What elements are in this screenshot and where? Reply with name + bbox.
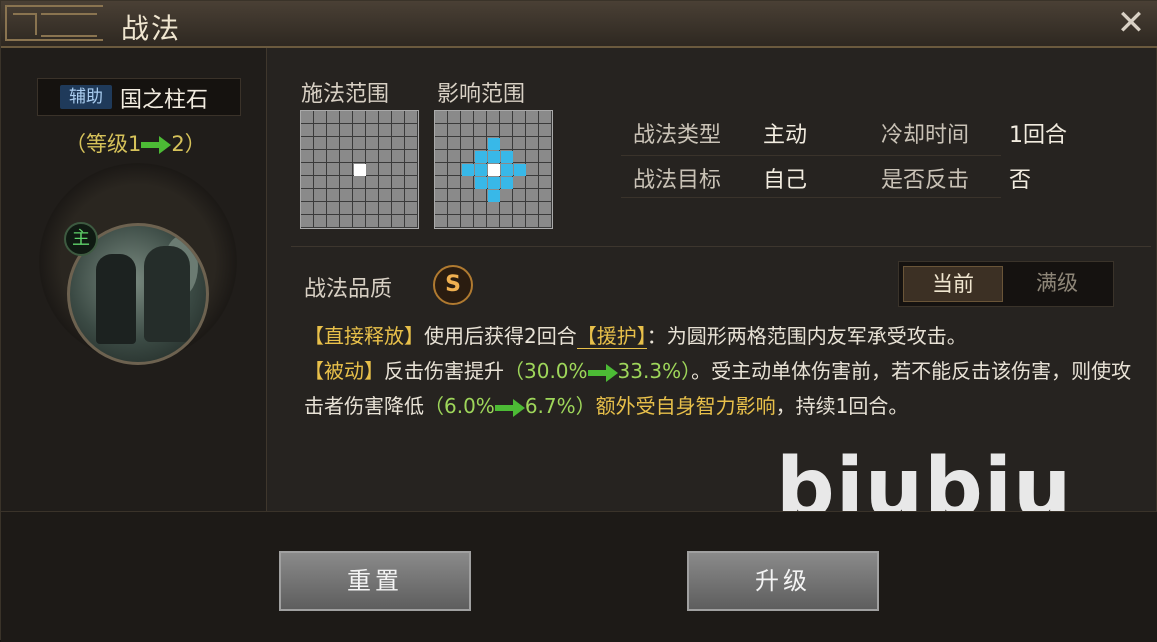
desc-highlight: 额外受自身智力影响 — [595, 394, 776, 418]
desc-text: 反击伤害提升 — [384, 359, 504, 383]
skill-description: 【直接释放】使用后获得2回合【援护】：为圆形两格范围内友军承受攻击。 【被动】反… — [304, 319, 1134, 424]
info-divider — [621, 155, 1001, 156]
value-from: （30.0% — [504, 359, 588, 383]
desc-text: ：为圆形两格范围内友军承受攻击。 — [646, 324, 967, 348]
portrait-figure — [144, 246, 190, 342]
close-icon[interactable]: ✕ — [1113, 6, 1149, 42]
keyword: 【直接释放】 — [304, 324, 424, 348]
effect-cell — [514, 164, 526, 176]
arrow-head-icon — [605, 363, 618, 382]
effect-range-grid — [434, 110, 553, 229]
skill-type-tag: 辅助 — [60, 85, 112, 109]
skill-window: 战法 ✕ 辅助 国之柱石 （等级1 2） 主 施法范围 影响范围 战法类型 主动… — [0, 0, 1157, 642]
caster-cell — [354, 164, 366, 176]
keyword-link[interactable]: 【援护】 — [576, 324, 647, 349]
effect-cell — [501, 164, 513, 176]
keyword: 【被动】 — [304, 359, 384, 383]
cooldown-label: 冷却时间 — [881, 123, 970, 148]
portrait-figure — [96, 254, 136, 344]
effect-cell — [488, 138, 500, 150]
effect-cell — [475, 177, 487, 189]
quality-grade-badge: S — [433, 265, 473, 305]
title-bar: 战法 ✕ — [1, 1, 1157, 48]
effect-range-label: 影响范围 — [437, 82, 526, 107]
section-divider — [291, 246, 1151, 247]
effect-cell — [488, 177, 500, 189]
value-to: 33.3%） — [617, 359, 692, 383]
effect-cell — [488, 190, 500, 202]
arrow-head-icon — [159, 136, 172, 154]
arrow-right-icon — [141, 142, 160, 148]
desc-text: ，持续1回合。 — [775, 394, 909, 418]
cast-range-label: 施法范围 — [301, 82, 390, 107]
counterattack-value: 否 — [1009, 168, 1032, 193]
effect-cell — [475, 164, 487, 176]
effect-cell — [488, 151, 500, 163]
value-from: （6.0% — [424, 394, 495, 418]
effect-cell — [462, 164, 474, 176]
quality-label: 战法品质 — [304, 277, 393, 302]
skill-target-label: 战法目标 — [633, 168, 722, 193]
skill-name: 国之柱石 — [120, 88, 209, 113]
arrow-right-icon — [494, 404, 513, 411]
desc-text: 使用后获得2回合 — [424, 324, 577, 348]
effect-cell — [475, 151, 487, 163]
level-toggle: 当前 满级 — [898, 261, 1114, 307]
skill-target-value: 自己 — [763, 168, 808, 193]
upgrade-button[interactable]: 升级 — [687, 551, 879, 611]
reset-button[interactable]: 重置 — [279, 551, 471, 611]
toggle-current[interactable]: 当前 — [903, 266, 1003, 302]
arrow-head-icon — [512, 398, 525, 417]
skill-type-label: 战法类型 — [633, 123, 722, 148]
skill-type-value: 主动 — [763, 123, 808, 148]
counterattack-label: 是否反击 — [881, 168, 970, 193]
effect-cell — [501, 151, 513, 163]
cooldown-value: 1回合 — [1009, 123, 1067, 148]
toggle-max-level[interactable]: 满级 — [1007, 266, 1107, 302]
value-to: 6.7%） — [524, 394, 596, 418]
bottom-bar — [1, 511, 1157, 642]
skill-name-box: 辅助 国之柱石 — [37, 78, 241, 116]
title-ornament — [5, 5, 103, 41]
window-title: 战法 — [121, 12, 182, 45]
level-from: （等级1 — [65, 132, 142, 156]
cast-range-grid — [300, 110, 419, 229]
arrow-right-icon — [587, 369, 606, 376]
caster-cell — [488, 164, 500, 176]
info-divider — [621, 197, 1001, 198]
skill-level: （等级1 2） — [65, 128, 206, 158]
effect-cell — [501, 177, 513, 189]
level-to: 2） — [171, 132, 206, 156]
commander-badge: 主 — [64, 222, 98, 256]
